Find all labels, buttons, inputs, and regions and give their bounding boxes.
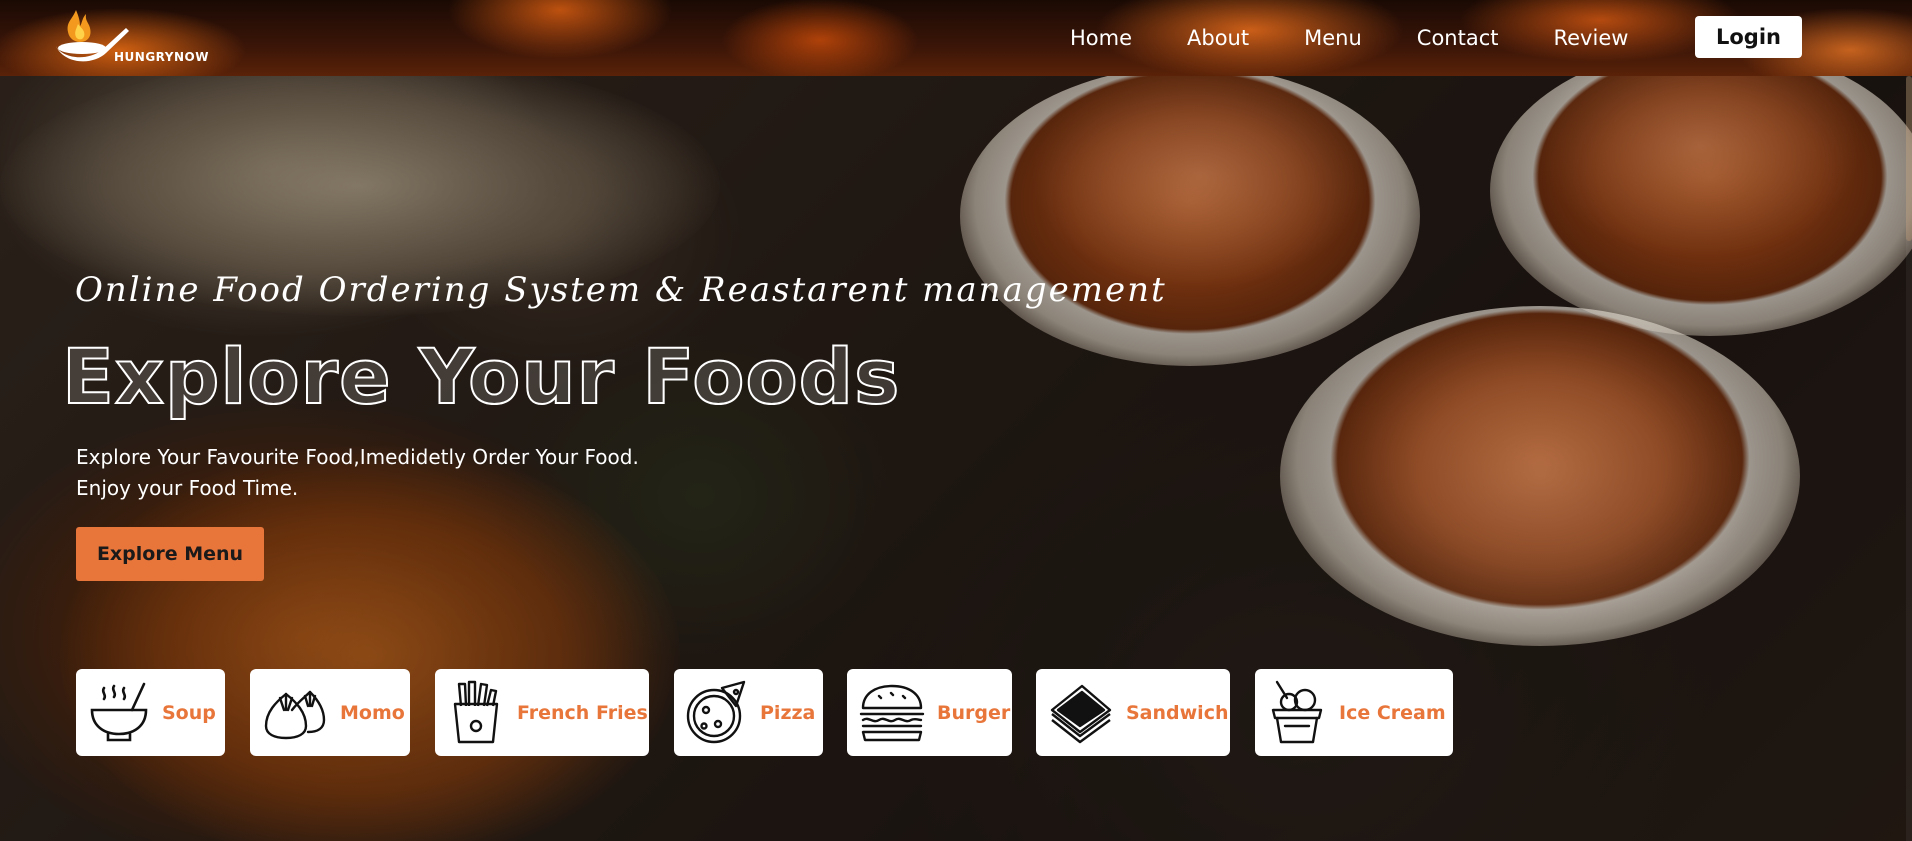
category-burger[interactable]: Burger bbox=[847, 669, 1012, 756]
soup-bowl-icon bbox=[90, 682, 148, 741]
hero-description-line1: Explore Your Favourite Food,Imedidetly O… bbox=[76, 445, 639, 469]
category-ice-cream[interactable]: Ice Cream bbox=[1255, 669, 1453, 756]
hero-tagline: Online Food Ordering System & Reastarent… bbox=[75, 270, 1167, 310]
page-scrollbar-thumb[interactable] bbox=[1906, 76, 1912, 241]
pizza-icon bbox=[686, 680, 746, 743]
hero-headline: Explore Your Foods bbox=[61, 331, 901, 422]
nav-menu-link[interactable]: Menu bbox=[1304, 26, 1362, 50]
nav-contact-link[interactable]: Contact bbox=[1417, 26, 1499, 50]
hero-section: Online Food Ordering System & Reastarent… bbox=[0, 76, 1912, 841]
category-label: Pizza bbox=[760, 701, 816, 724]
hero-description-line2: Enjoy your Food Time. bbox=[76, 476, 299, 500]
category-momo[interactable]: Momo bbox=[250, 669, 410, 756]
sandwich-icon bbox=[1050, 684, 1112, 743]
nav-review-link[interactable]: Review bbox=[1553, 26, 1628, 50]
burger-icon bbox=[859, 684, 925, 741]
login-button[interactable]: Login bbox=[1695, 16, 1802, 58]
category-label: Burger bbox=[937, 701, 1011, 724]
french-fries-icon bbox=[453, 680, 499, 743]
brand-name: HUNGRYNOW bbox=[114, 50, 209, 64]
category-label: Sandwich bbox=[1126, 701, 1229, 724]
nav-about-link[interactable]: About bbox=[1187, 26, 1249, 50]
momo-dumpling-icon bbox=[264, 690, 326, 739]
ice-cream-icon bbox=[1271, 680, 1323, 743]
hero-content: Online Food Ordering System & Reastarent… bbox=[0, 76, 1912, 841]
navbar: HUNGRYNOW Home About Menu Contact Review… bbox=[0, 0, 1912, 76]
category-french-fries[interactable]: French Fries bbox=[435, 669, 649, 756]
category-pizza[interactable]: Pizza bbox=[674, 669, 823, 756]
category-sandwich[interactable]: Sandwich bbox=[1036, 669, 1230, 756]
nav-home-link[interactable]: Home bbox=[1070, 26, 1132, 50]
category-label: Ice Cream bbox=[1339, 701, 1446, 724]
main-nav: Home About Menu Contact Review bbox=[1070, 0, 1628, 76]
category-soup[interactable]: Soup bbox=[76, 669, 225, 756]
hero-description: Explore Your Favourite Food,Imedidetly O… bbox=[76, 442, 639, 504]
category-label: Soup bbox=[162, 701, 216, 724]
explore-menu-button[interactable]: Explore Menu bbox=[76, 527, 264, 581]
brand-logo[interactable]: HUNGRYNOW bbox=[52, 6, 232, 68]
category-label: Momo bbox=[340, 701, 405, 724]
category-label: French Fries bbox=[517, 701, 648, 724]
